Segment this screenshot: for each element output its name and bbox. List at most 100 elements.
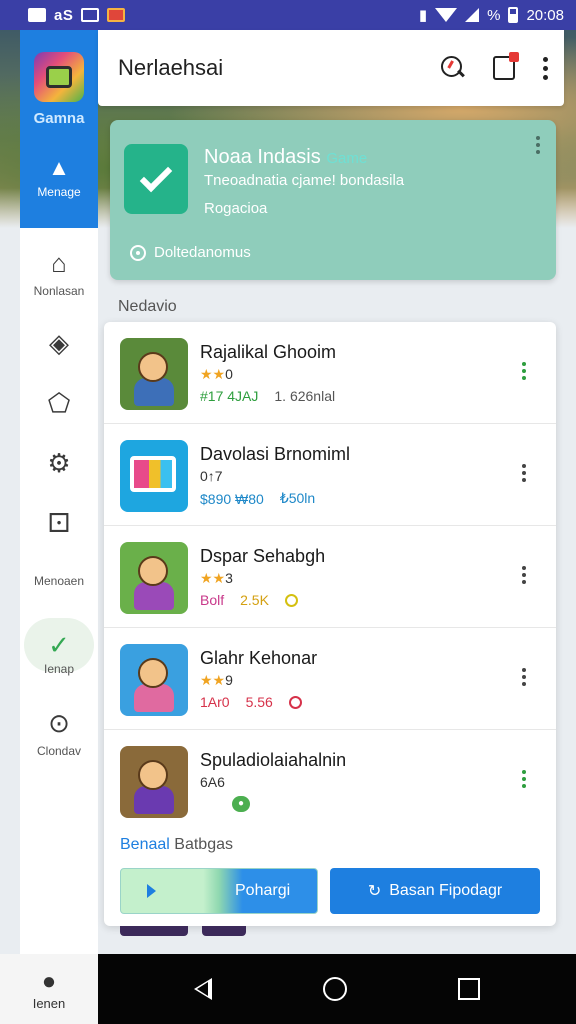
rail-item-layers[interactable]: ◈ bbox=[20, 328, 98, 358]
game-thumbnail[interactable] bbox=[120, 440, 188, 512]
footer-label: Benaal Batbgas bbox=[120, 836, 233, 854]
refresh-icon: ↻ bbox=[367, 883, 382, 900]
game-list-item[interactable]: Dspar Sehabgh ★★3 Bolf 2.5K bbox=[104, 526, 556, 628]
download-badge-icon: ● bbox=[232, 796, 250, 812]
rail-item-search[interactable]: ⊙ Clondav bbox=[20, 708, 98, 758]
rail-item-label: Clondav bbox=[36, 744, 82, 758]
promo-title: Noaa Indasis Game bbox=[204, 146, 368, 168]
promo-link-label: Doltedanomus bbox=[154, 244, 251, 261]
game-thumbnail[interactable] bbox=[120, 338, 188, 410]
game-list-item[interactable]: Davolasi Brnomiml 0↑7 $890 ₩80 ₺50ln bbox=[104, 424, 556, 526]
clock: 20:08 bbox=[526, 6, 564, 24]
rail-item-label: Ienap bbox=[43, 662, 75, 676]
more-vert-icon[interactable] bbox=[522, 464, 526, 482]
game-thumbnail[interactable] bbox=[120, 746, 188, 818]
navigation-rail-header: Gamna ▲ Menage bbox=[20, 30, 98, 228]
rating-value: 0 bbox=[225, 366, 233, 382]
primary-action-label: Basan Fipodagr bbox=[389, 882, 503, 899]
status-ring-icon bbox=[288, 695, 302, 709]
image-icon bbox=[81, 8, 100, 22]
rail-item-dice[interactable]: ⚀ bbox=[20, 508, 98, 538]
rail-item-active[interactable]: ▲ Menage bbox=[20, 149, 98, 205]
home-circle-icon[interactable] bbox=[322, 977, 347, 1001]
game-meta: 1Ar0 5.56 bbox=[200, 694, 302, 710]
game-rating: ★★9 bbox=[200, 672, 233, 689]
promo-link[interactable]: Doltedanomus bbox=[130, 244, 251, 261]
profile-label: Ienen bbox=[32, 995, 66, 1011]
star-icon: ★★ bbox=[200, 570, 226, 586]
game-thumbnail[interactable] bbox=[120, 542, 188, 614]
footer-highlight[interactable]: Benaal bbox=[120, 836, 170, 853]
game-list: Rajalikal Ghooim ★★0 #17 4JAJ 1. 626nlal… bbox=[104, 322, 556, 926]
game-name: Davolasi Brnomiml bbox=[200, 444, 351, 464]
game-rating: ★★3 bbox=[200, 570, 233, 587]
game-meta-secondary: ₺50ln bbox=[279, 490, 316, 506]
game-list-item[interactable]: Glahr Kehonar ★★9 1Ar0 5.56 bbox=[104, 628, 556, 730]
signal-icon bbox=[465, 8, 480, 22]
search-circle-icon: ⊙ bbox=[48, 708, 70, 738]
rating-value: 9 bbox=[225, 672, 233, 688]
battery-icon bbox=[508, 7, 519, 23]
play-button-label: Pohargi bbox=[235, 882, 291, 899]
profile-button[interactable]: ● Ienen bbox=[0, 954, 98, 1024]
rating-value: 0↑7 bbox=[200, 468, 223, 484]
settings-icon: ⚙ bbox=[47, 448, 71, 478]
game-meta: Bolf 2.5K bbox=[200, 592, 298, 608]
more-vert-icon[interactable] bbox=[522, 566, 526, 584]
game-rating: 6A6 bbox=[200, 774, 225, 790]
promo-more-icon[interactable] bbox=[536, 136, 540, 154]
play-button[interactable]: Pohargi bbox=[120, 868, 318, 914]
game-name: Spuladiolaiahalnin bbox=[200, 750, 347, 770]
status-bar: aS ▮ % 20:08 bbox=[0, 0, 576, 30]
checkmark-icon bbox=[124, 144, 188, 214]
rail-item-leaf[interactable]: ✓ Ienap bbox=[20, 618, 98, 676]
rating-value: 6A6 bbox=[200, 774, 225, 790]
section-heading: Nedavio bbox=[118, 298, 177, 315]
status-ring-icon bbox=[284, 593, 298, 607]
play-icon bbox=[147, 884, 156, 898]
game-meta-primary: #17 4JAJ bbox=[200, 388, 259, 404]
more-vert-icon[interactable] bbox=[522, 770, 526, 788]
game-meta: #17 4JAJ 1. 626nlal bbox=[200, 388, 335, 404]
promo-tag: Rogacioa bbox=[204, 200, 268, 217]
game-thumbnail[interactable] bbox=[120, 644, 188, 716]
more-vert-icon[interactable] bbox=[522, 668, 526, 686]
primary-action-button[interactable]: ↻ Basan Fipodagr bbox=[330, 868, 540, 914]
star-icon: ★★ bbox=[200, 672, 226, 688]
recents-icon[interactable] bbox=[458, 978, 481, 1000]
notification-icon bbox=[28, 8, 46, 22]
layers-icon: ◈ bbox=[49, 328, 69, 358]
puzzle-icon: ⬠ bbox=[47, 388, 71, 418]
game-meta: ● bbox=[200, 796, 250, 812]
more-vert-icon[interactable] bbox=[522, 362, 526, 380]
game-rating: ★★0 bbox=[200, 366, 233, 383]
battery-percent: % bbox=[487, 6, 501, 24]
game-name: Glahr Kehonar bbox=[200, 648, 318, 668]
game-list-item[interactable]: Spuladiolaiahalnin 6A6 ● bbox=[104, 730, 556, 832]
star-icon: ★★ bbox=[200, 366, 226, 382]
wifi-icon bbox=[435, 8, 458, 22]
promo-card[interactable]: Noaa Indasis Game Tneoadnatia cjame! bon… bbox=[110, 120, 556, 280]
peek-thumbnail bbox=[202, 926, 246, 936]
rail-item-puzzle[interactable]: ⬠ bbox=[20, 388, 98, 418]
rail-item-settings[interactable]: ⚙ bbox=[20, 448, 98, 478]
game-meta-primary: Bolf bbox=[200, 592, 225, 608]
rail-item-menu[interactable]: Menoaen bbox=[20, 568, 98, 588]
game-name: Rajalikal Ghooim bbox=[200, 342, 337, 362]
game-meta-primary: 1Ar0 bbox=[200, 694, 230, 710]
back-icon[interactable] bbox=[193, 978, 212, 1000]
game-meta-secondary: 5.56 bbox=[245, 694, 273, 710]
rail-item-home[interactable]: ⌂ Nonlasan bbox=[20, 248, 98, 298]
footer-rest: Batbgas bbox=[174, 836, 233, 853]
search-icon[interactable] bbox=[441, 56, 465, 80]
rail-item-label: Menoaen bbox=[33, 574, 85, 588]
notification-bell-icon[interactable] bbox=[493, 52, 519, 80]
page-title: Nerlaehsai bbox=[118, 55, 224, 80]
game-list-item[interactable]: Rajalikal Ghooim ★★0 #17 4JAJ 1. 626nlal bbox=[104, 322, 556, 424]
game-meta-secondary: 2.5K bbox=[240, 592, 269, 608]
more-vert-icon[interactable] bbox=[543, 56, 548, 80]
brand-name: Gamna bbox=[33, 110, 85, 127]
app-logo[interactable] bbox=[34, 52, 84, 102]
promo-title-accent: Game bbox=[326, 150, 368, 167]
game-meta-primary: $890 ₩80 bbox=[200, 490, 264, 507]
